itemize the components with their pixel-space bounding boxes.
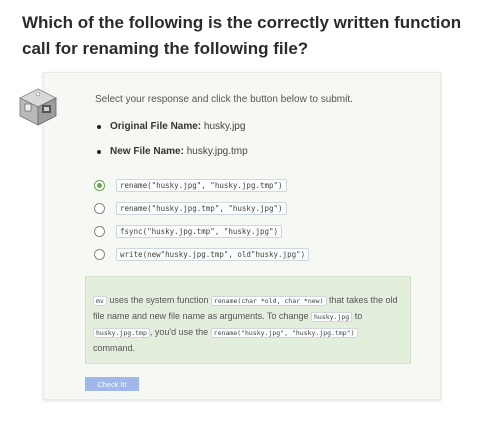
inline-code: mv xyxy=(93,296,107,306)
inline-code: rename(char *old, char *new) xyxy=(210,296,327,306)
robot-avatar-icon xyxy=(19,88,57,126)
answer-option[interactable]: rename("husky.jpg", "husky.jpg.tmp") xyxy=(94,174,309,197)
feedback-explanation: mv uses the system function rename(char … xyxy=(85,276,411,364)
radio-button[interactable] xyxy=(94,226,105,237)
answer-option[interactable]: write(new"husky.jpg.tmp", old"husky.jpg"… xyxy=(94,243,310,266)
option-code: fsync("husky.jpg.tmp", "husky.jpg") xyxy=(116,225,283,238)
check-it-button[interactable]: Check It! xyxy=(85,377,139,391)
radio-button[interactable] xyxy=(94,203,105,214)
option-code: rename("husky.jpg", "husky.jpg.tmp") xyxy=(116,179,287,192)
answer-option[interactable]: fsync("husky.jpg.tmp", "husky.jpg") xyxy=(94,220,309,243)
question-title: Which of the following is the correctly … xyxy=(22,13,462,58)
option-code: rename("husky.jpg.tmp", "husky.jpg") xyxy=(116,202,287,215)
radio-button-selected[interactable] xyxy=(94,180,105,191)
instructions-text: Select your response and click the butto… xyxy=(95,94,353,105)
option-code: write(new"husky.jpg.tmp", old"husky.jpg"… xyxy=(116,248,310,261)
answer-option[interactable]: rename("husky.jpg.tmp", "husky.jpg") xyxy=(94,197,309,220)
inline-code: husky.jpg.tmp xyxy=(93,328,150,338)
answer-options: rename("husky.jpg", "husky.jpg.tmp") ren… xyxy=(94,174,310,266)
radio-button[interactable] xyxy=(94,249,105,260)
inline-code: husky.jpg xyxy=(310,312,353,322)
list-item: New File Name: husky.jpg.tmp xyxy=(97,145,248,170)
list-item: Original File Name: husky.jpg xyxy=(97,120,248,145)
inline-code: rename("husky.jpg", "husky.jpg.tmp") xyxy=(210,328,358,338)
file-details-list: Original File Name: husky.jpg New File N… xyxy=(97,120,248,170)
